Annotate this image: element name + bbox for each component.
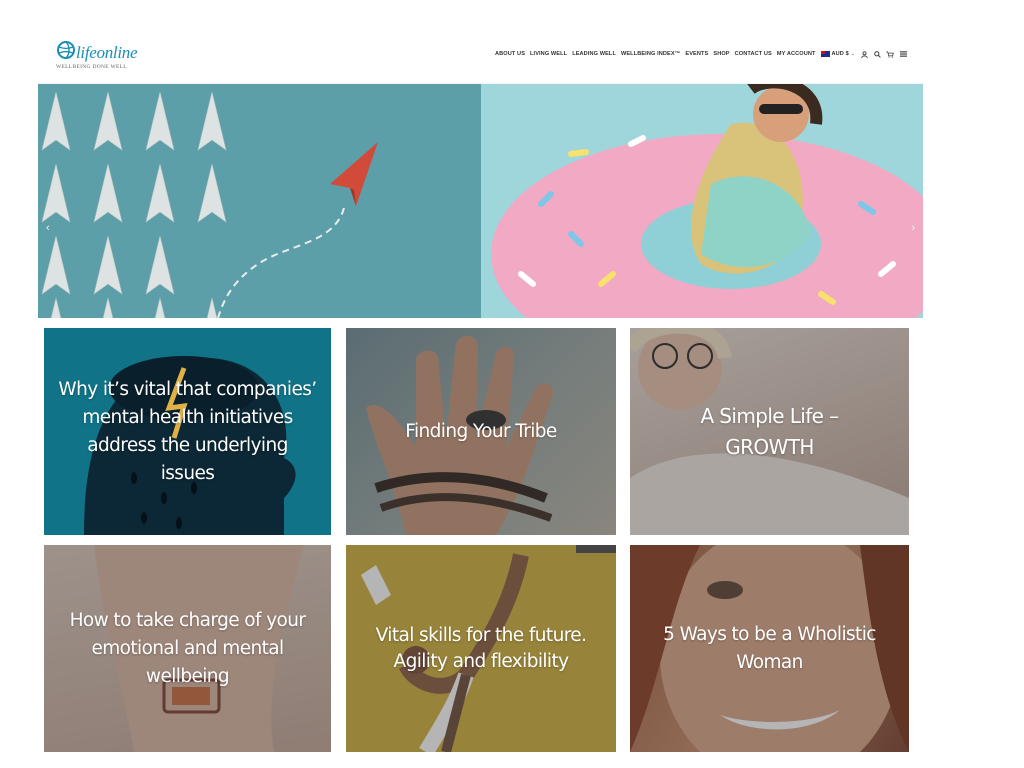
- article-card[interactable]: Vital skills for the future. Agility and…: [346, 545, 616, 752]
- chevron-down-icon: ⌄: [850, 51, 855, 57]
- paper-planes-image: [38, 84, 481, 318]
- nav-about-us[interactable]: ABOUT US: [495, 51, 525, 57]
- user-icon[interactable]: [860, 50, 868, 58]
- article-card[interactable]: 5 Ways to be a Wholistic Woman: [630, 545, 909, 752]
- cart-icon[interactable]: [886, 50, 894, 58]
- nav-leading-well[interactable]: LEADING WELL: [572, 51, 616, 57]
- logo-wordmark: lifeonline: [76, 43, 138, 62]
- nav-contact-us[interactable]: CONTACT US: [735, 51, 772, 57]
- article-title: How to take charge of your emotional and…: [69, 609, 306, 687]
- nav-living-well[interactable]: LIVING WELL: [530, 51, 567, 57]
- article-card[interactable]: How to take charge of your emotional and…: [44, 545, 331, 752]
- logo-tagline: WELLBEING DONE WELL: [56, 64, 127, 70]
- nav-events[interactable]: EVENTS: [685, 51, 708, 57]
- logo[interactable]: lifeonline WELLBEING DONE WELL: [56, 40, 166, 72]
- nav-my-account[interactable]: MY ACCOUNT: [777, 51, 816, 57]
- australia-flag-icon: [820, 51, 830, 57]
- article-card[interactable]: Finding Your Tribe: [346, 328, 616, 535]
- hero-prev-arrow-icon[interactable]: ‹: [46, 222, 50, 234]
- nav-shop[interactable]: SHOP: [713, 51, 729, 57]
- hero-next-arrow-icon[interactable]: ›: [911, 222, 915, 234]
- site-header: lifeonline WELLBEING DONE WELL ABOUT US …: [38, 30, 923, 84]
- article-title: A Simple Life – GROWTH: [700, 403, 839, 459]
- nav-wellbeing-index[interactable]: WELLBEING INDEX™: [621, 51, 680, 57]
- article-title: 5 Ways to be a Wholistic Woman: [663, 623, 876, 673]
- article-title: Vital skills for the future. Agility and…: [375, 624, 587, 672]
- article-title: Finding Your Tribe: [405, 420, 557, 442]
- logo-swirl-icon: [57, 41, 75, 59]
- article-card[interactable]: A Simple Life – GROWTH: [630, 328, 909, 535]
- hero-slider[interactable]: ‹ ›: [38, 84, 923, 318]
- menu-icon[interactable]: [899, 50, 907, 58]
- article-card[interactable]: Why it’s vital that companies’ mental he…: [44, 328, 331, 535]
- currency-selector[interactable]: AUD $ ⌄: [820, 51, 855, 57]
- main-nav: ABOUT US LIVING WELL LEADING WELL WELLBE…: [495, 50, 907, 58]
- search-icon[interactable]: [873, 50, 881, 58]
- site: lifeonline WELLBEING DONE WELL ABOUT US …: [38, 30, 923, 318]
- article-title: Why it’s vital that companies’ mental he…: [58, 378, 317, 484]
- currency-label: AUD $: [831, 51, 849, 57]
- donut-float-image: [481, 84, 923, 318]
